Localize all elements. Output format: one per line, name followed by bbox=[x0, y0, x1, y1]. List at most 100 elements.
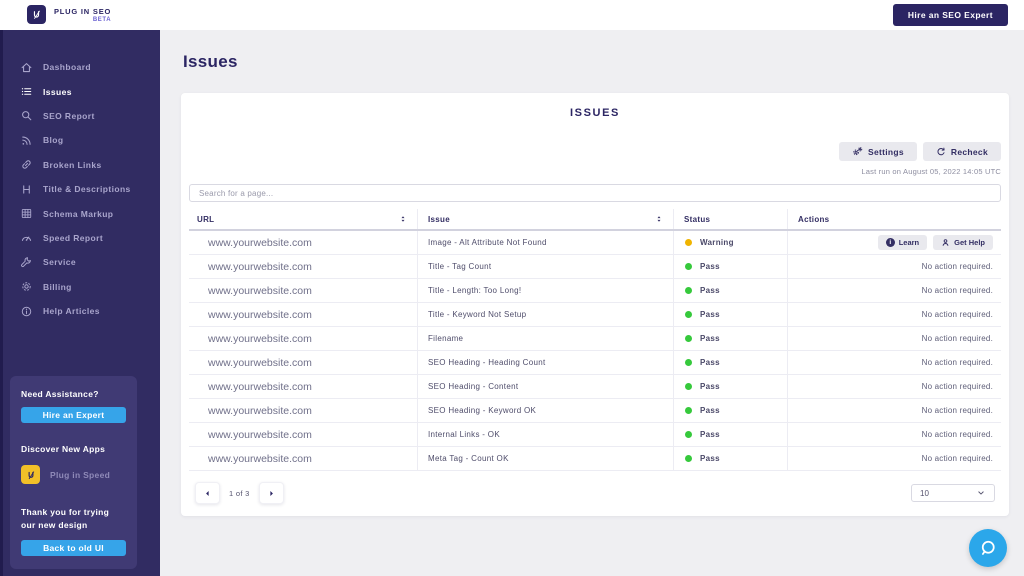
no-action-text: No action required. bbox=[922, 430, 993, 439]
actions-cell: Learn Get Help bbox=[788, 231, 1001, 254]
sidebar-item-label: Help Articles bbox=[43, 306, 100, 316]
issues-table: URL Issue Status Actions www.yourwebsite… bbox=[189, 209, 1001, 471]
sidebar-item-title-descriptions[interactable]: Title & Descriptions bbox=[0, 177, 160, 201]
sidebar-item-help-articles[interactable]: Help Articles bbox=[0, 299, 160, 323]
status-cell: Pass bbox=[674, 375, 788, 398]
warning-dot bbox=[685, 239, 692, 246]
issue-cell: Image - Alt Attribute Not Found bbox=[418, 231, 674, 254]
sidebar-item-dashboard[interactable]: Dashboard bbox=[0, 55, 160, 79]
chevron-left-icon bbox=[203, 489, 212, 498]
chevron-right-icon bbox=[267, 489, 276, 498]
wrench-icon bbox=[20, 256, 33, 269]
pass-dot bbox=[685, 431, 692, 438]
actions-cell: No action required. bbox=[788, 375, 1001, 398]
issue-column-label: Issue bbox=[428, 215, 450, 224]
pass-dot bbox=[685, 263, 692, 270]
column-header-issue[interactable]: Issue bbox=[418, 209, 674, 229]
url-cell: www.yourwebsite.com bbox=[189, 351, 418, 374]
url-cell: www.yourwebsite.com bbox=[189, 375, 418, 398]
status-label: Pass bbox=[700, 310, 720, 319]
sidebar-item-label: Blog bbox=[43, 135, 63, 145]
url-cell: www.yourwebsite.com bbox=[189, 255, 418, 278]
beta-badge: BETA bbox=[93, 17, 111, 23]
page-title: Issues bbox=[183, 52, 1024, 72]
recheck-button[interactable]: Recheck bbox=[923, 142, 1001, 161]
issues-card: ISSUES Settings Recheck Last run on Augu… bbox=[181, 93, 1009, 516]
sidebar-item-label: Service bbox=[43, 257, 76, 267]
sidebar-item-schema-markup[interactable]: Schema Markup bbox=[0, 201, 160, 225]
toolbar: Settings Recheck bbox=[189, 142, 1001, 161]
issue-cell: SEO Heading - Content bbox=[418, 375, 674, 398]
column-header-url[interactable]: URL bbox=[189, 209, 418, 229]
brand-logo: PLUG IN SEO BETA bbox=[27, 5, 111, 24]
sidebar-item-label: Speed Report bbox=[43, 233, 103, 243]
hire-seo-expert-button[interactable]: Hire an SEO Expert bbox=[893, 4, 1008, 26]
status-cell: Pass bbox=[674, 351, 788, 374]
back-to-old-ui-button[interactable]: Back to old UI bbox=[21, 540, 126, 556]
search-input[interactable] bbox=[189, 184, 1001, 202]
page-size-select[interactable]: 10 bbox=[911, 484, 995, 502]
pass-dot bbox=[685, 383, 692, 390]
plug-in-speed-label: Plug in Speed bbox=[50, 470, 110, 480]
status-cell: Pass bbox=[674, 279, 788, 302]
status-cell: Pass bbox=[674, 399, 788, 422]
gear-icon bbox=[20, 280, 33, 293]
sidebar-item-speed-report[interactable]: Speed Report bbox=[0, 226, 160, 250]
sidebar-item-billing[interactable]: Billing bbox=[0, 275, 160, 299]
table-row: www.yourwebsite.com SEO Heading - Keywor… bbox=[189, 399, 1001, 423]
sidebar-item-blog[interactable]: Blog bbox=[0, 128, 160, 152]
gauge-icon bbox=[20, 231, 33, 244]
actions-cell: No action required. bbox=[788, 327, 1001, 350]
sidebar-item-seo-report[interactable]: SEO Report bbox=[0, 104, 160, 128]
url-cell: www.yourwebsite.com bbox=[189, 279, 418, 302]
no-action-text: No action required. bbox=[922, 310, 993, 319]
settings-button[interactable]: Settings bbox=[839, 142, 917, 161]
next-page-button[interactable] bbox=[259, 482, 284, 504]
status-label: Pass bbox=[700, 262, 720, 271]
url-cell: www.yourwebsite.com bbox=[189, 327, 418, 350]
home-icon bbox=[20, 61, 33, 74]
sidebar: Dashboard Issues SEO Report Blog Broken … bbox=[0, 30, 160, 576]
learn-button[interactable]: Learn bbox=[878, 235, 927, 250]
rss-icon bbox=[20, 134, 33, 147]
sidebar-item-broken-links[interactable]: Broken Links bbox=[0, 153, 160, 177]
issue-cell: SEO Heading - Keyword OK bbox=[418, 399, 674, 422]
actions-cell: No action required. bbox=[788, 423, 1001, 446]
status-label: Pass bbox=[700, 334, 720, 343]
search-icon bbox=[20, 109, 33, 122]
info-icon bbox=[20, 305, 33, 318]
sidebar-item-label: Schema Markup bbox=[43, 209, 113, 219]
table-header-row: URL Issue Status Actions bbox=[189, 209, 1001, 231]
settings-button-label: Settings bbox=[868, 147, 904, 157]
card-title: ISSUES bbox=[189, 107, 1001, 119]
get-help-button[interactable]: Get Help bbox=[933, 235, 993, 250]
hire-an-expert-button[interactable]: Hire an Expert bbox=[21, 407, 126, 423]
need-assistance-heading: Need Assistance? bbox=[21, 389, 126, 399]
table-row: www.yourwebsite.com SEO Heading - Conten… bbox=[189, 375, 1001, 399]
recheck-button-label: Recheck bbox=[951, 147, 988, 157]
no-action-text: No action required. bbox=[922, 358, 993, 367]
sort-icon[interactable] bbox=[399, 215, 407, 223]
table-row: www.yourwebsite.com Title - Tag Count Pa… bbox=[189, 255, 1001, 279]
no-action-text: No action required. bbox=[922, 382, 993, 391]
sidebar-item-issues[interactable]: Issues bbox=[0, 79, 160, 103]
issue-cell: Title - Length: Too Long! bbox=[418, 279, 674, 302]
sidebar-item-label: Broken Links bbox=[43, 160, 102, 170]
table-row: www.yourwebsite.com SEO Heading - Headin… bbox=[189, 351, 1001, 375]
actions-cell: No action required. bbox=[788, 399, 1001, 422]
sidebar-item-service[interactable]: Service bbox=[0, 250, 160, 274]
plug-in-speed-app-link[interactable]: Plug in Speed bbox=[21, 465, 126, 484]
issues-list-icon bbox=[20, 85, 33, 98]
table-row: www.yourwebsite.com Image - Alt Attribut… bbox=[189, 231, 1001, 255]
url-column-label: URL bbox=[197, 215, 214, 224]
previous-page-button[interactable] bbox=[195, 482, 220, 504]
chat-widget-button[interactable] bbox=[969, 529, 1007, 567]
sort-icon[interactable] bbox=[655, 215, 663, 223]
assistance-panel: Need Assistance? Hire an Expert Discover… bbox=[10, 376, 137, 569]
actions-cell: No action required. bbox=[788, 351, 1001, 374]
status-cell: Pass bbox=[674, 423, 788, 446]
sidebar-nav: Dashboard Issues SEO Report Blog Broken … bbox=[0, 30, 160, 323]
actions-column-label: Actions bbox=[798, 215, 829, 224]
plug-in-speed-icon bbox=[21, 465, 40, 484]
status-label: Pass bbox=[700, 430, 720, 439]
